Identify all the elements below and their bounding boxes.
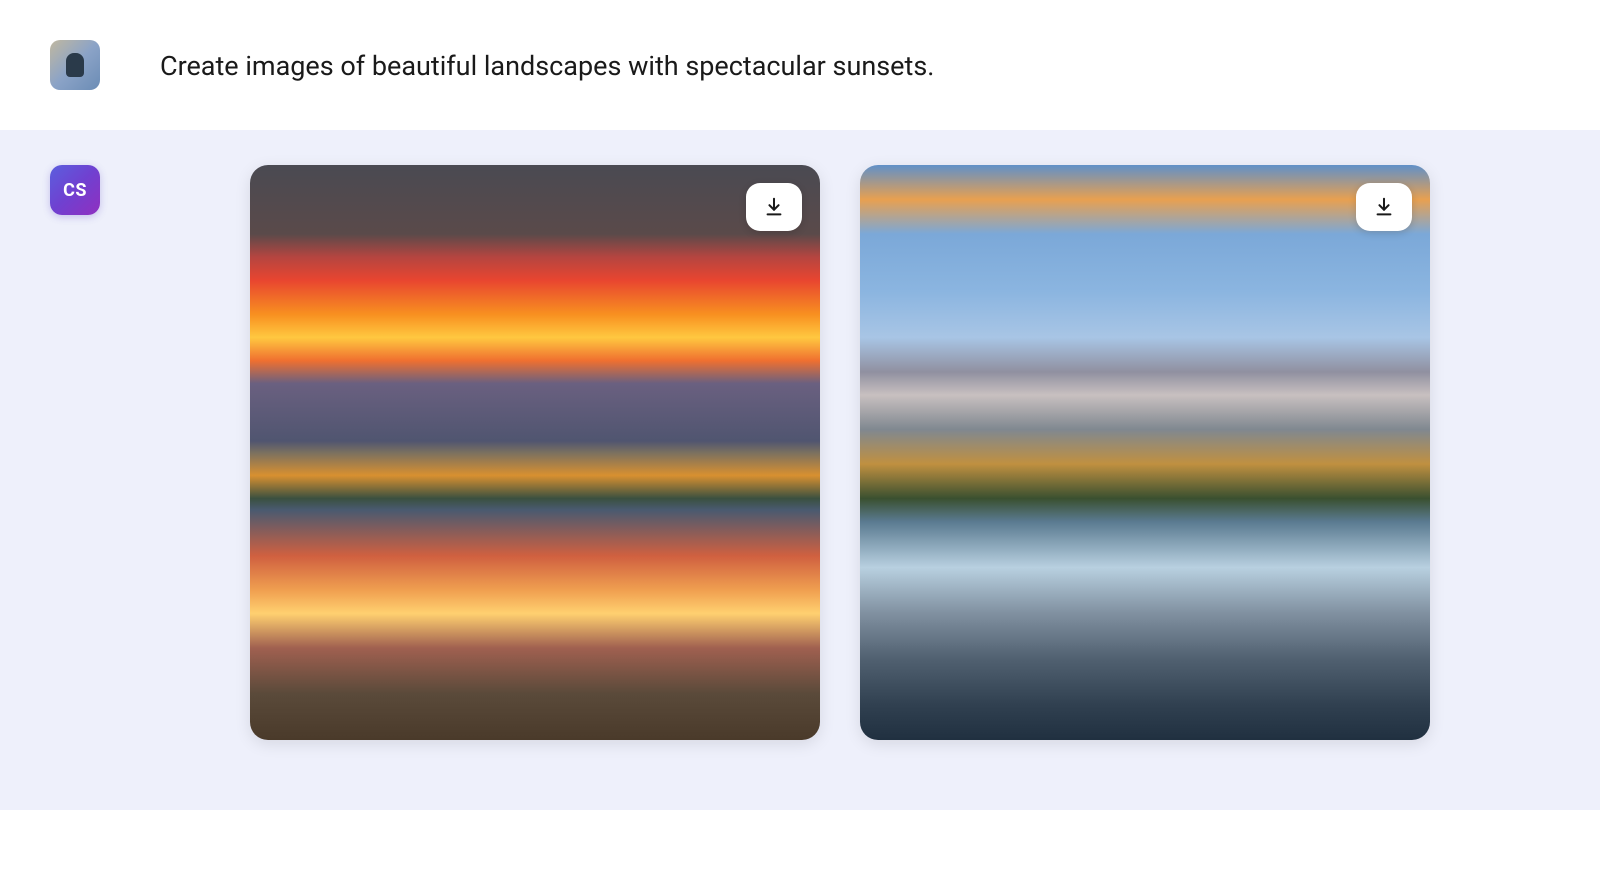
user-avatar (50, 40, 100, 90)
generated-images-container (250, 165, 1430, 740)
ai-avatar-label: CS (63, 180, 87, 201)
user-message-section: Create images of beautiful landscapes wi… (0, 0, 1600, 130)
download-button[interactable] (746, 183, 802, 231)
user-prompt-text: Create images of beautiful landscapes wi… (160, 40, 934, 86)
generated-image-2 (860, 165, 1430, 740)
image-card[interactable] (250, 165, 820, 740)
download-button[interactable] (1356, 183, 1412, 231)
generated-image-1 (250, 165, 820, 740)
image-card[interactable] (860, 165, 1430, 740)
download-icon (1373, 196, 1395, 218)
ai-response-section: CS (0, 130, 1600, 810)
ai-avatar: CS (50, 165, 100, 215)
download-icon (763, 196, 785, 218)
